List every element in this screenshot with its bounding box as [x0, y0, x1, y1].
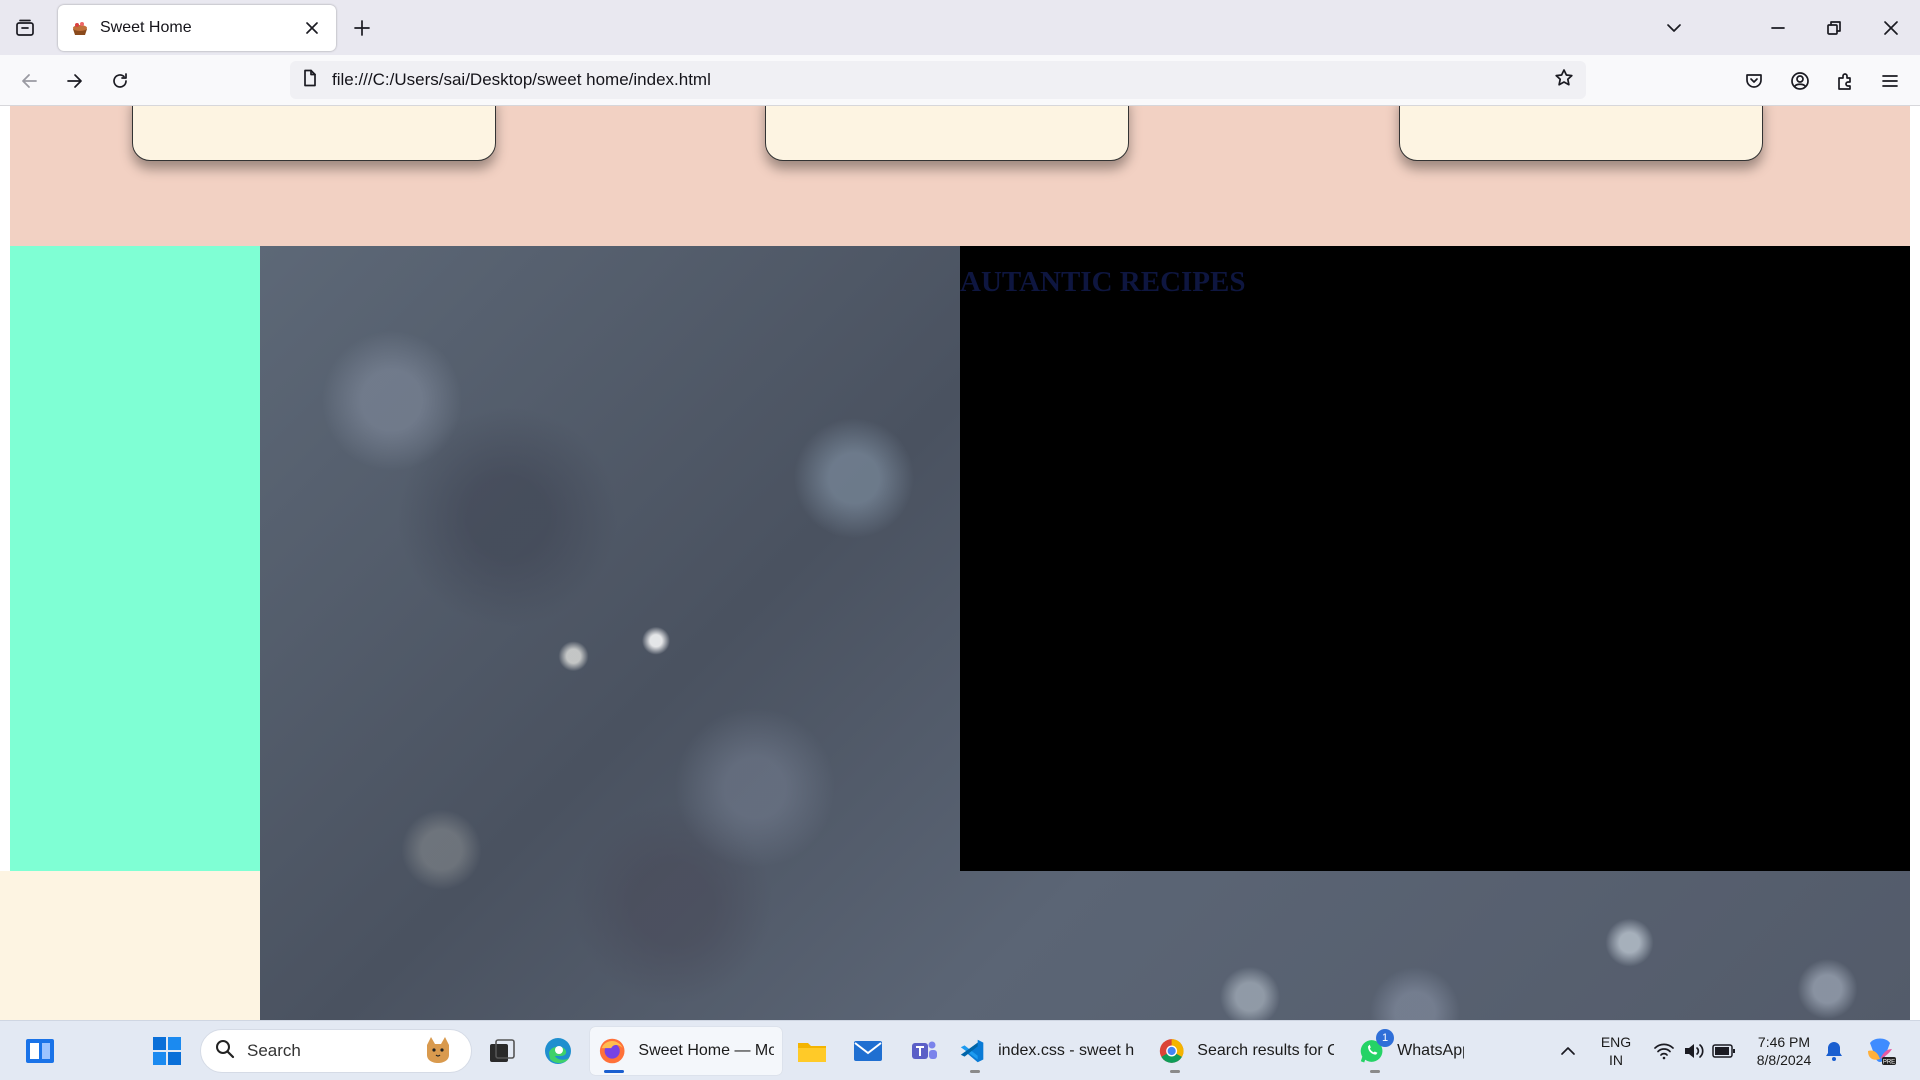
windows-taskbar: Search Sweet Home — Mo: index.css - swee… [0, 1020, 1920, 1080]
edge-icon[interactable] [538, 1031, 578, 1071]
url-text[interactable]: file:///C:/Users/sai/Desktop/sweet home/… [332, 70, 1554, 90]
language-indicator[interactable]: ENG IN [1592, 1033, 1640, 1069]
search-placeholder: Search [247, 1041, 301, 1060]
cake-favicon-icon [70, 18, 90, 38]
account-icon[interactable] [1784, 65, 1816, 97]
cream-footer-block [0, 871, 260, 1020]
browser-tab-bar: Sweet Home [0, 0, 1920, 55]
bookmark-star-icon[interactable] [1554, 68, 1574, 93]
list-all-tabs-icon[interactable] [1654, 10, 1694, 46]
teams-icon[interactable] [904, 1031, 944, 1071]
taskbar-app-chrome[interactable]: Search results for Co [1150, 1027, 1342, 1075]
left-margin [0, 246, 10, 871]
clock-time: 7:46 PM [1757, 1034, 1811, 1050]
browser-tab[interactable]: Sweet Home [58, 5, 336, 51]
forward-arrow-icon[interactable] [58, 65, 90, 97]
header-band [10, 106, 1910, 246]
firefox-task-label: Sweet Home — Mo: [638, 1042, 774, 1059]
extensions-icon[interactable] [1829, 65, 1861, 97]
close-window-icon[interactable] [1871, 10, 1911, 46]
running-indicator [1370, 1070, 1380, 1073]
running-indicator [1170, 1070, 1180, 1073]
search-icon [215, 1039, 235, 1064]
page-viewport: AUTANTIC RECIPES [0, 106, 1920, 1020]
vscode-icon [960, 1039, 984, 1063]
notification-badge: 1 [1376, 1029, 1394, 1047]
recipes-panel: AUTANTIC RECIPES [960, 246, 1910, 871]
back-arrow-icon[interactable] [14, 65, 46, 97]
windows-start-icon[interactable] [147, 1031, 187, 1071]
copilot-icon[interactable]: PRE [1860, 1031, 1900, 1071]
svg-text:PRE: PRE [1883, 1060, 1895, 1066]
restore-icon[interactable] [1814, 10, 1854, 46]
close-tab-icon[interactable] [300, 16, 324, 40]
show-hidden-icons-icon[interactable] [1548, 1031, 1588, 1071]
taskbar-app-whatsapp[interactable]: 1 WhatsApp [1350, 1027, 1472, 1075]
cat-illustration-icon [419, 1033, 457, 1070]
pocket-icon[interactable] [1738, 65, 1770, 97]
minimize-icon[interactable] [1758, 10, 1798, 46]
task-view-icon[interactable] [482, 1031, 522, 1071]
clock-date: 8/8/2024 [1756, 1052, 1812, 1068]
battery-icon[interactable] [1704, 1031, 1744, 1071]
reload-icon[interactable] [104, 65, 136, 97]
clock[interactable]: 7:46 PM 8/8/2024 [1744, 1033, 1824, 1069]
taskbar-app-firefox[interactable]: Sweet Home — Mo: [590, 1027, 782, 1075]
active-indicator [604, 1070, 624, 1073]
notification-bell-icon[interactable] [1814, 1031, 1854, 1071]
whatsapp-task-label: WhatsApp [1397, 1042, 1464, 1059]
aqua-sidebar [10, 246, 260, 871]
address-bar[interactable]: file:///C:/Users/sai/Desktop/sweet home/… [290, 61, 1586, 99]
nav-card-1[interactable] [132, 106, 496, 161]
file-explorer-icon[interactable] [792, 1031, 832, 1071]
nav-card-3[interactable] [1399, 106, 1763, 161]
nav-card-2[interactable] [765, 106, 1129, 161]
mail-icon[interactable] [848, 1031, 888, 1071]
tab-title: Sweet Home [100, 19, 192, 36]
widgets-icon[interactable] [20, 1031, 60, 1071]
tab-list-icon[interactable] [10, 14, 40, 42]
right-margin [1910, 106, 1920, 1020]
language-code: ENG [1600, 1034, 1632, 1050]
keyboard-region: IN [1609, 1052, 1623, 1068]
navigation-bar: file:///C:/Users/sai/Desktop/sweet home/… [0, 55, 1920, 106]
vscode-task-label: index.css - sweet ho [998, 1042, 1134, 1059]
firefox-icon [599, 1038, 625, 1064]
menu-icon[interactable] [1874, 65, 1906, 97]
chrome-task-label: Search results for Co [1197, 1042, 1334, 1059]
page-file-icon [302, 69, 318, 92]
running-indicator [970, 1070, 980, 1073]
recipes-heading: AUTANTIC RECIPES [960, 266, 1246, 298]
chrome-icon [1159, 1039, 1184, 1063]
taskbar-search[interactable]: Search [200, 1029, 472, 1073]
taskbar-app-vscode[interactable]: index.css - sweet ho [950, 1027, 1142, 1075]
new-tab-icon[interactable] [348, 14, 376, 42]
